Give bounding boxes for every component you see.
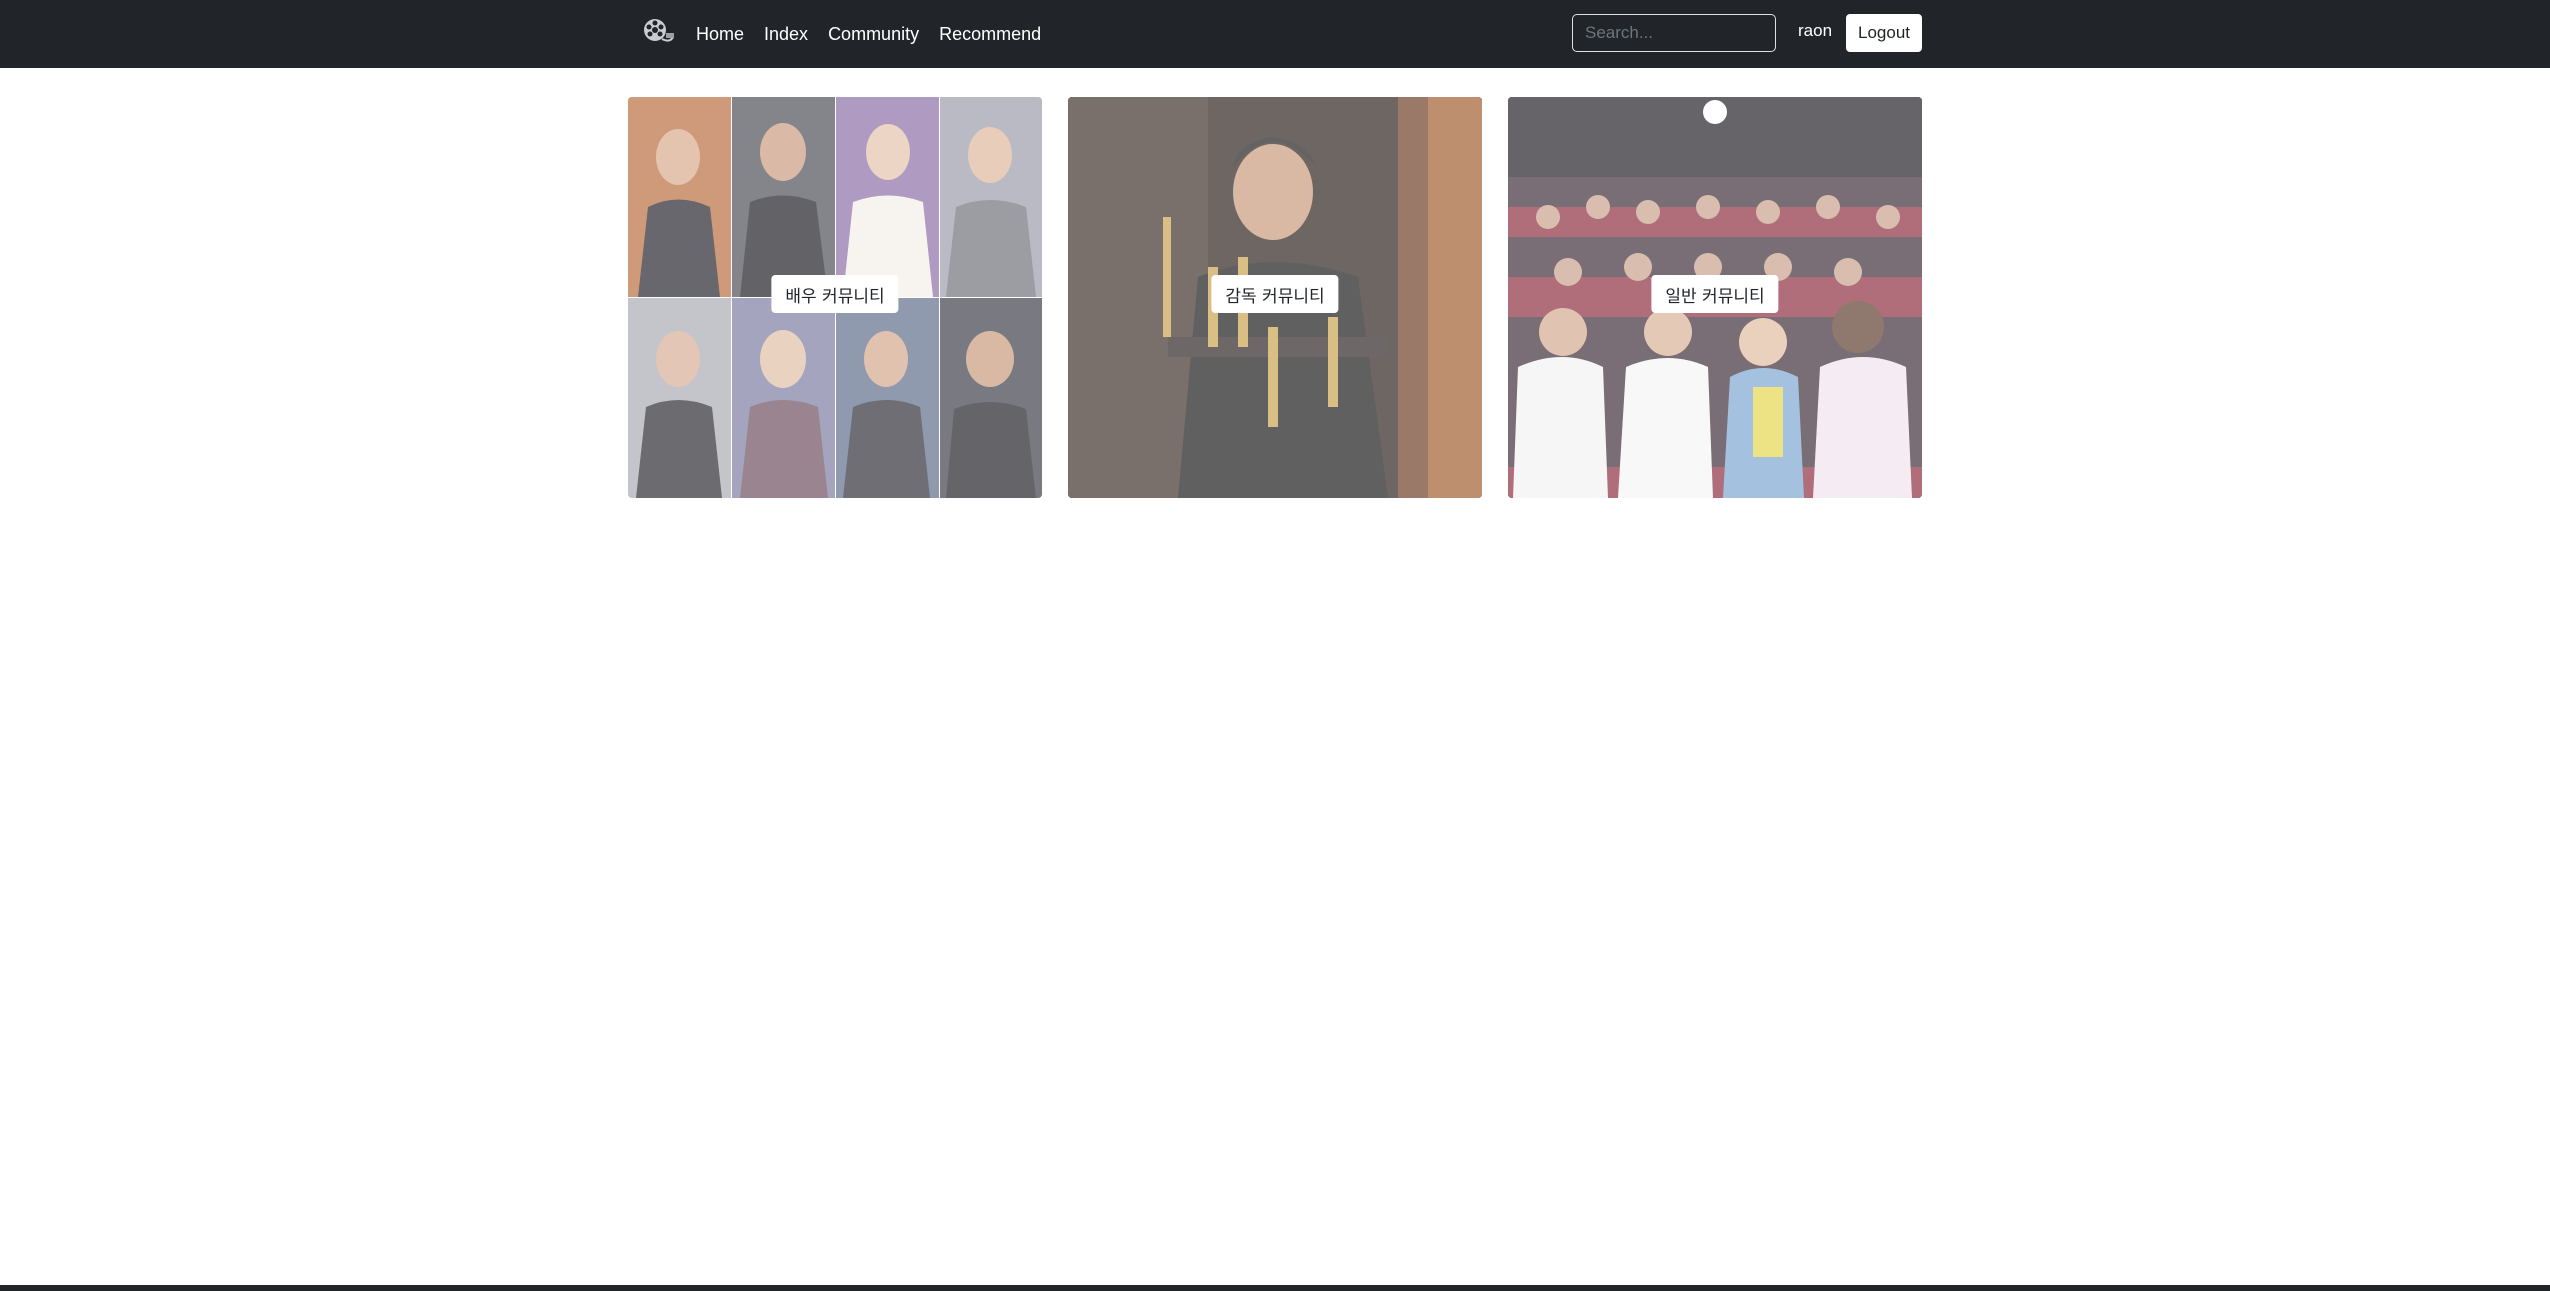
navbar-container: Home Index Community Recommend raon Logo… <box>628 0 1922 68</box>
footer-bar <box>0 1285 2550 1291</box>
community-cards: 배우 커뮤니티 감독 커뮤니티 일반 커뮤니티 <box>628 97 1922 499</box>
logout-button[interactable]: Logout <box>1846 14 1922 52</box>
nav-link-community[interactable]: Community <box>828 24 919 45</box>
general-community-button[interactable]: 일반 커뮤니티 <box>1651 275 1779 313</box>
nav-link-recommend[interactable]: Recommend <box>939 24 1041 45</box>
nav-link-home[interactable]: Home <box>696 24 744 45</box>
director-community-button[interactable]: 감독 커뮤니티 <box>1211 275 1339 313</box>
card-actor-community[interactable]: 배우 커뮤니티 <box>628 97 1042 498</box>
film-reel-logo-icon[interactable] <box>640 15 676 51</box>
username-label: raon <box>1798 21 1833 40</box>
card-director-community[interactable]: 감독 커뮤니티 <box>1068 97 1482 498</box>
navbar: Home Index Community Recommend raon Logo… <box>0 0 2550 68</box>
search-input[interactable] <box>1572 14 1776 52</box>
nav-link-index[interactable]: Index <box>764 24 808 45</box>
actor-community-button[interactable]: 배우 커뮤니티 <box>771 275 899 313</box>
nav-links: Home Index Community Recommend <box>696 0 1041 68</box>
card-general-community[interactable]: 일반 커뮤니티 <box>1508 97 1922 498</box>
